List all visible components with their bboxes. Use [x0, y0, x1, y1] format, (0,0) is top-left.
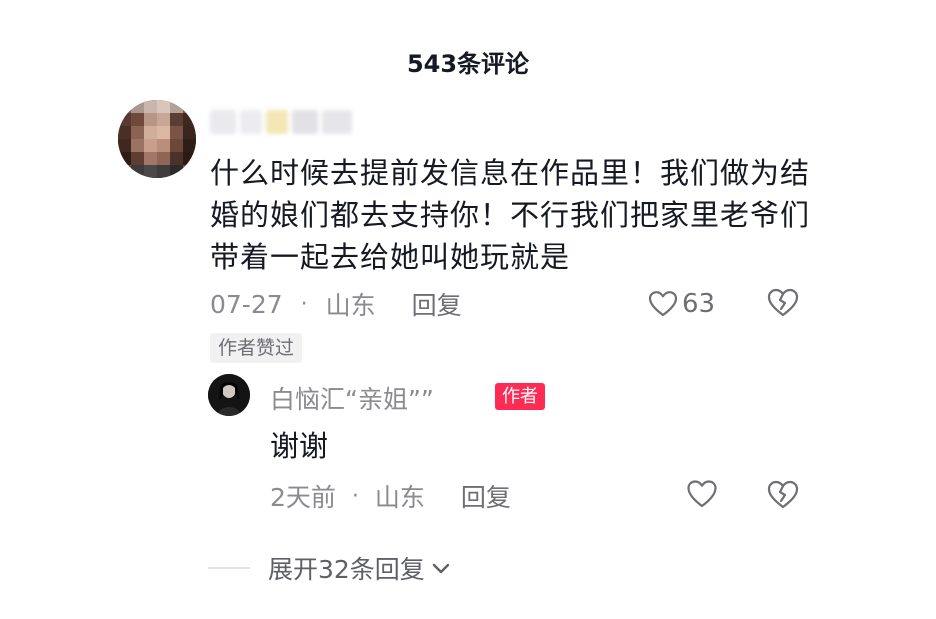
comment-location: 山东	[325, 291, 376, 320]
broken-heart-icon	[767, 288, 799, 317]
expand-divider	[208, 567, 250, 569]
comment-dislike-button[interactable]	[766, 287, 800, 323]
expand-replies-label: 展开32条回复	[268, 555, 425, 584]
comment-date: 07-27	[210, 289, 283, 319]
commenter-avatar[interactable]	[118, 100, 196, 178]
meta-separator: ·	[300, 291, 308, 317]
comments-count-title: 543条评论	[406, 50, 530, 78]
reply-reply-button[interactable]: 回复	[461, 478, 511, 514]
reply-text: 谢谢	[270, 429, 329, 463]
heart-outline-icon	[687, 480, 717, 508]
reply-author-avatar[interactable]	[208, 374, 250, 416]
reply-location: 山东	[374, 483, 425, 512]
comment-meta: 07-27 · 山东 回复	[210, 286, 462, 322]
reply-like-button[interactable]	[686, 479, 718, 513]
expand-replies-button[interactable]: 展开32条回复	[268, 551, 453, 585]
reply-meta: 2天前 · 山东 回复	[270, 478, 511, 514]
commenter-username-blurred[interactable]	[210, 110, 360, 134]
comment-text: 什么时候去提前发信息在作品里！我们做为结婚的娘们都去支持你！不行我们把家里老爷们…	[210, 156, 811, 274]
comment-like-count: 63	[682, 289, 716, 319]
chevron-down-icon	[432, 563, 450, 574]
reply-date: 2天前	[270, 483, 336, 512]
comment-reply-button[interactable]: 回复	[412, 286, 462, 322]
author-badge: 作者	[495, 383, 545, 410]
reply-author-name[interactable]: 白恼汇“亲姐””	[270, 380, 434, 416]
broken-heart-icon	[767, 480, 799, 509]
author-liked-tag: 作者赞过	[210, 333, 303, 363]
reply-dislike-button[interactable]	[766, 479, 800, 515]
meta-separator: ·	[351, 483, 359, 509]
comment-like-button[interactable]: 63	[648, 286, 715, 322]
heart-outline-icon	[648, 291, 678, 317]
